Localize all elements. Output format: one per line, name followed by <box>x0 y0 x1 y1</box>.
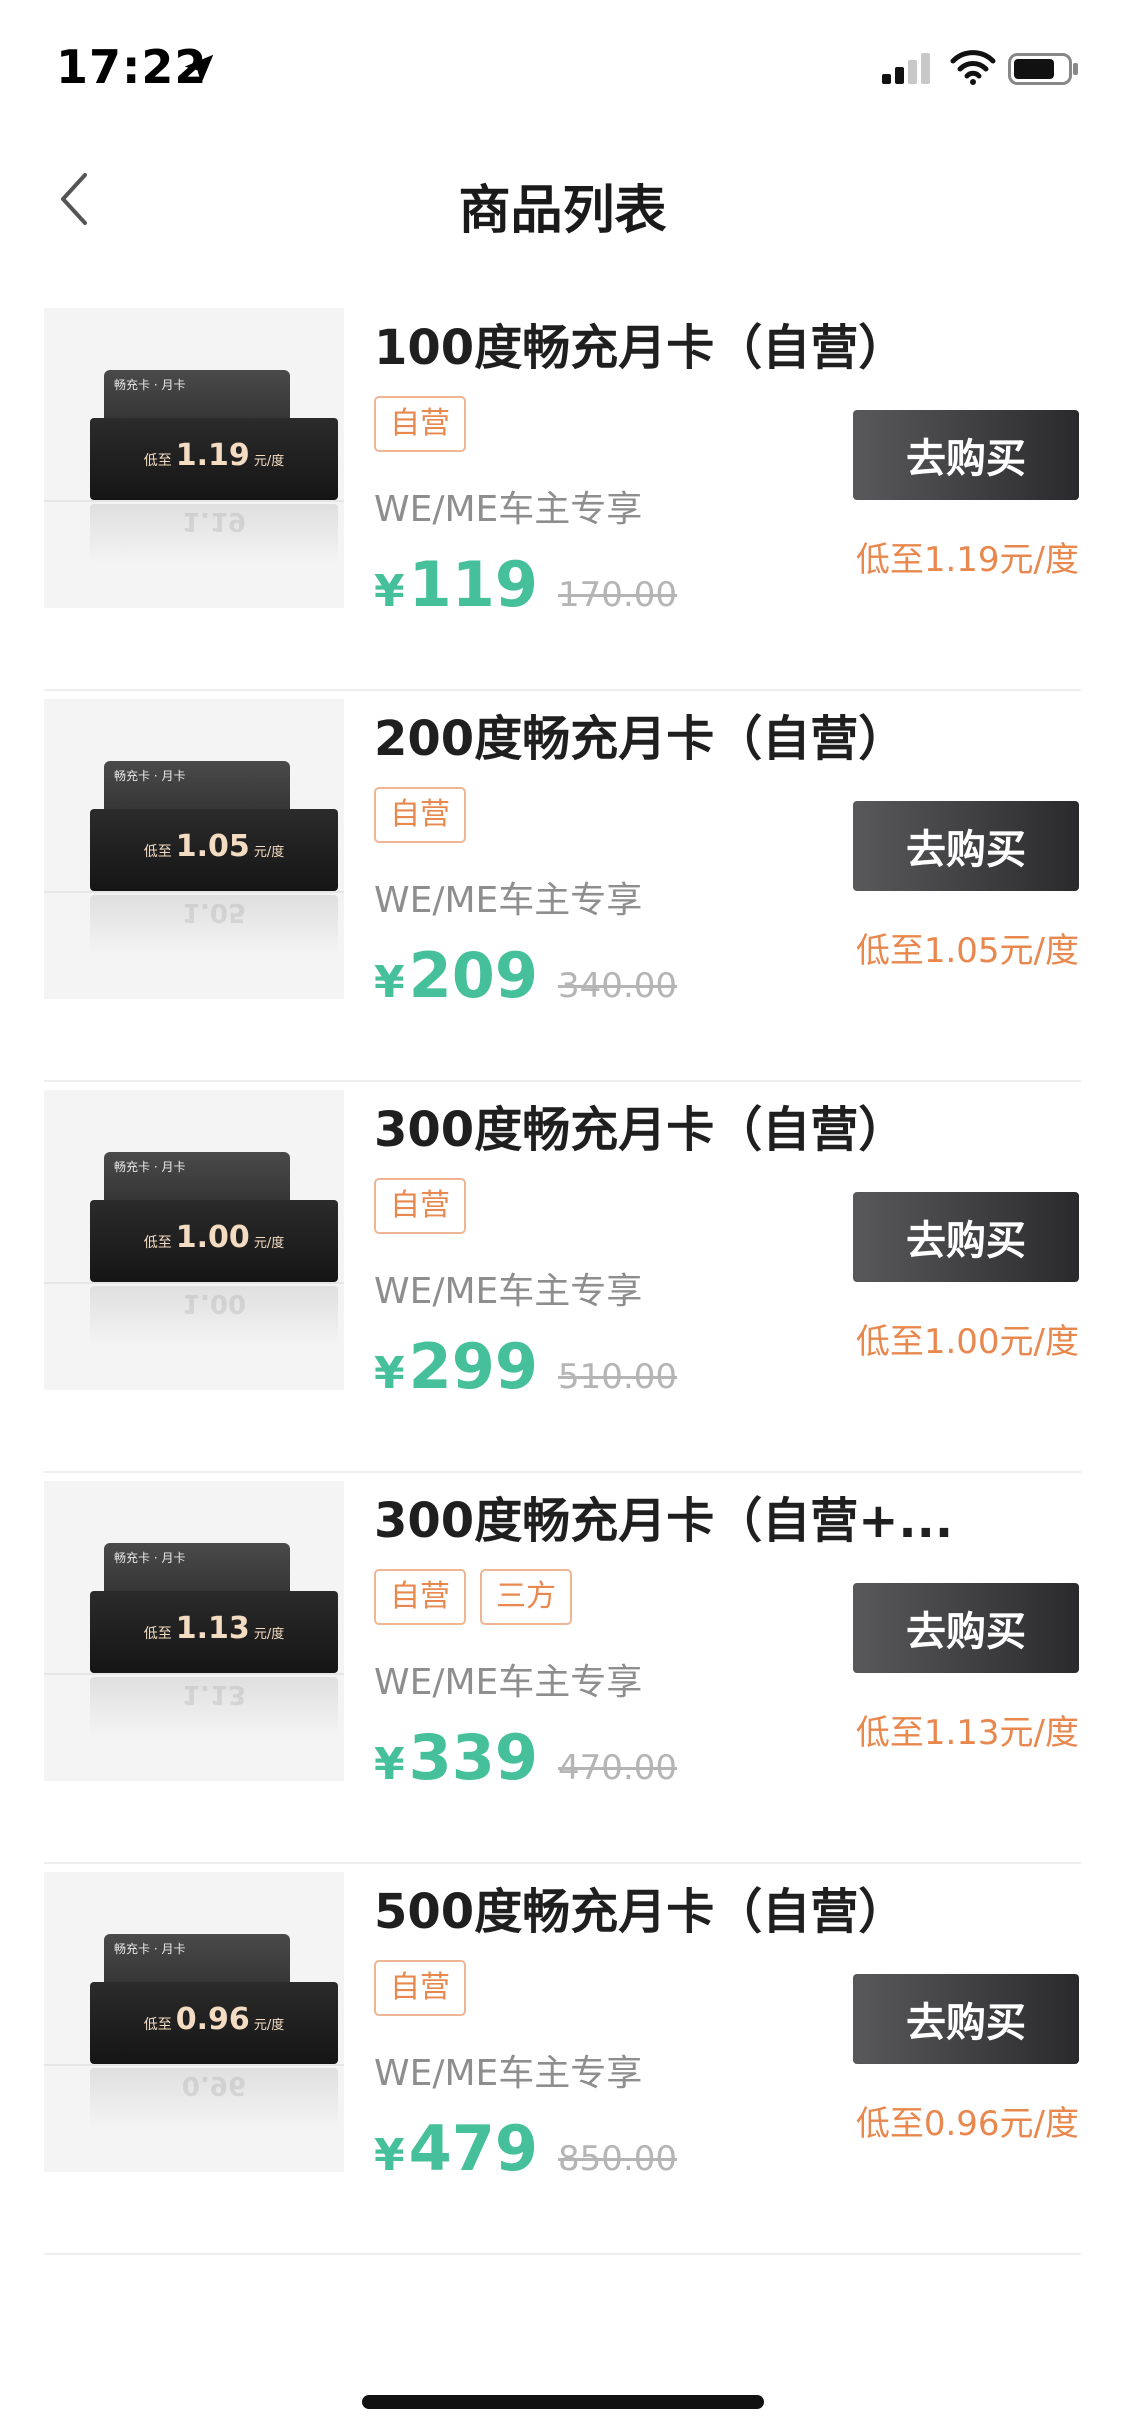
price: 479 <box>408 2112 539 2185</box>
product-item[interactable]: 畅充卡 · 月卡 低至 1.13 元/度 1.13 300度畅充月卡（自营+... … <box>0 1473 1125 1864</box>
tag-list: 自营 <box>374 787 466 843</box>
card-reflection: 1.00 <box>90 1286 338 1346</box>
tag-list: 自营 <box>374 1960 466 2016</box>
product-title: 500度畅充月卡（自营） <box>374 1884 907 1940</box>
product-image: 畅充卡 · 月卡 低至 1.00 元/度 1.00 <box>44 1090 344 1390</box>
card-reflection: 1.05 <box>90 895 338 955</box>
card-reflection: 0.96 <box>90 2068 338 2128</box>
page-title: 商品列表 <box>458 181 667 241</box>
buy-button[interactable]: 去购买 <box>853 410 1079 500</box>
price-row: ¥ 209 340.00 <box>374 939 677 1012</box>
product-title: 300度畅充月卡（自营+... <box>374 1493 954 1549</box>
currency-symbol: ¥ <box>374 957 405 1008</box>
wifi-icon <box>950 50 996 85</box>
price: 119 <box>408 548 539 621</box>
location-arrow-icon <box>184 54 214 84</box>
buy-button[interactable]: 去购买 <box>853 1192 1079 1282</box>
tag-list: 自营 三方 <box>374 1569 572 1625</box>
product-description: WE/ME车主专享 <box>374 489 643 530</box>
home-indicator[interactable] <box>362 2395 764 2409</box>
original-price: 470.00 <box>558 1748 678 1788</box>
product-item[interactable]: 畅充卡 · 月卡 低至 1.05 元/度 1.05 200度畅充月卡（自营） 自营 … <box>0 691 1125 1082</box>
status-bar: 17:22 <box>0 0 1125 140</box>
currency-symbol: ¥ <box>374 1348 405 1399</box>
unit-price: 低至0.96元/度 <box>855 2104 1079 2144</box>
tag: 自营 <box>374 1960 466 2016</box>
buy-button[interactable]: 去购买 <box>853 1974 1079 2064</box>
product-title: 300度畅充月卡（自营） <box>374 1102 907 1158</box>
product-description: WE/ME车主专享 <box>374 880 643 921</box>
card-front: 低至 1.13 元/度 <box>90 1591 338 1673</box>
price: 299 <box>408 1330 539 1403</box>
price-row: ¥ 339 470.00 <box>374 1721 677 1794</box>
product-image: 畅充卡 · 月卡 低至 1.19 元/度 1.19 <box>44 308 344 608</box>
tag: 自营 <box>374 787 466 843</box>
original-price: 340.00 <box>558 966 678 1006</box>
unit-price: 低至1.13元/度 <box>855 1713 1079 1753</box>
card-reflection: 1.13 <box>90 1677 338 1737</box>
product-image: 畅充卡 · 月卡 低至 1.05 元/度 1.05 <box>44 699 344 999</box>
card-front: 低至 1.05 元/度 <box>90 809 338 891</box>
original-price: 850.00 <box>558 2139 678 2179</box>
buy-button[interactable]: 去购买 <box>853 1583 1079 1673</box>
buy-button[interactable]: 去购买 <box>853 801 1079 891</box>
price: 209 <box>408 939 539 1012</box>
product-item[interactable]: 畅充卡 · 月卡 低至 1.19 元/度 1.19 100度畅充月卡（自营） 自营 … <box>0 300 1125 691</box>
tag: 自营 <box>374 1569 466 1625</box>
price-row: ¥ 119 170.00 <box>374 548 677 621</box>
tag-list: 自营 <box>374 1178 466 1234</box>
product-description: WE/ME车主专享 <box>374 2053 643 2094</box>
product-title: 100度畅充月卡（自营） <box>374 320 907 376</box>
product-item[interactable]: 畅充卡 · 月卡 低至 0.96 元/度 0.96 500度畅充月卡（自营） 自营 … <box>0 1864 1125 2255</box>
card-front: 低至 0.96 元/度 <box>90 1982 338 2064</box>
product-item[interactable]: 畅充卡 · 月卡 低至 1.00 元/度 1.00 300度畅充月卡（自营） 自营 … <box>0 1082 1125 1473</box>
battery-icon <box>1008 53 1078 85</box>
tag: 三方 <box>480 1569 572 1625</box>
product-description: WE/ME车主专享 <box>374 1662 643 1703</box>
product-list: 畅充卡 · 月卡 低至 1.19 元/度 1.19 100度畅充月卡（自营） 自营 … <box>0 300 1125 2255</box>
price-row: ¥ 299 510.00 <box>374 1330 677 1403</box>
unit-price: 低至1.19元/度 <box>855 540 1079 580</box>
unit-price: 低至1.00元/度 <box>855 1322 1079 1362</box>
product-title: 200度畅充月卡（自营） <box>374 711 907 767</box>
product-image: 畅充卡 · 月卡 低至 0.96 元/度 0.96 <box>44 1872 344 2172</box>
unit-price: 低至1.05元/度 <box>855 931 1079 971</box>
original-price: 510.00 <box>558 1357 678 1397</box>
price: 339 <box>408 1721 539 1794</box>
card-front: 低至 1.00 元/度 <box>90 1200 338 1282</box>
card-reflection: 1.19 <box>90 504 338 564</box>
tag: 自营 <box>374 1178 466 1234</box>
product-image: 畅充卡 · 月卡 低至 1.13 元/度 1.13 <box>44 1481 344 1781</box>
cellular-signal-icon <box>882 53 930 84</box>
product-description: WE/ME车主专享 <box>374 1271 643 1312</box>
price-row: ¥ 479 850.00 <box>374 2112 677 2185</box>
tag-list: 自营 <box>374 396 466 452</box>
card-front: 低至 1.19 元/度 <box>90 418 338 500</box>
currency-symbol: ¥ <box>374 2130 405 2181</box>
tag: 自营 <box>374 396 466 452</box>
navigation-bar: 商品列表 <box>0 140 1125 260</box>
currency-symbol: ¥ <box>374 1739 405 1790</box>
divider <box>44 2253 1081 2255</box>
original-price: 170.00 <box>558 575 678 615</box>
currency-symbol: ¥ <box>374 566 405 617</box>
